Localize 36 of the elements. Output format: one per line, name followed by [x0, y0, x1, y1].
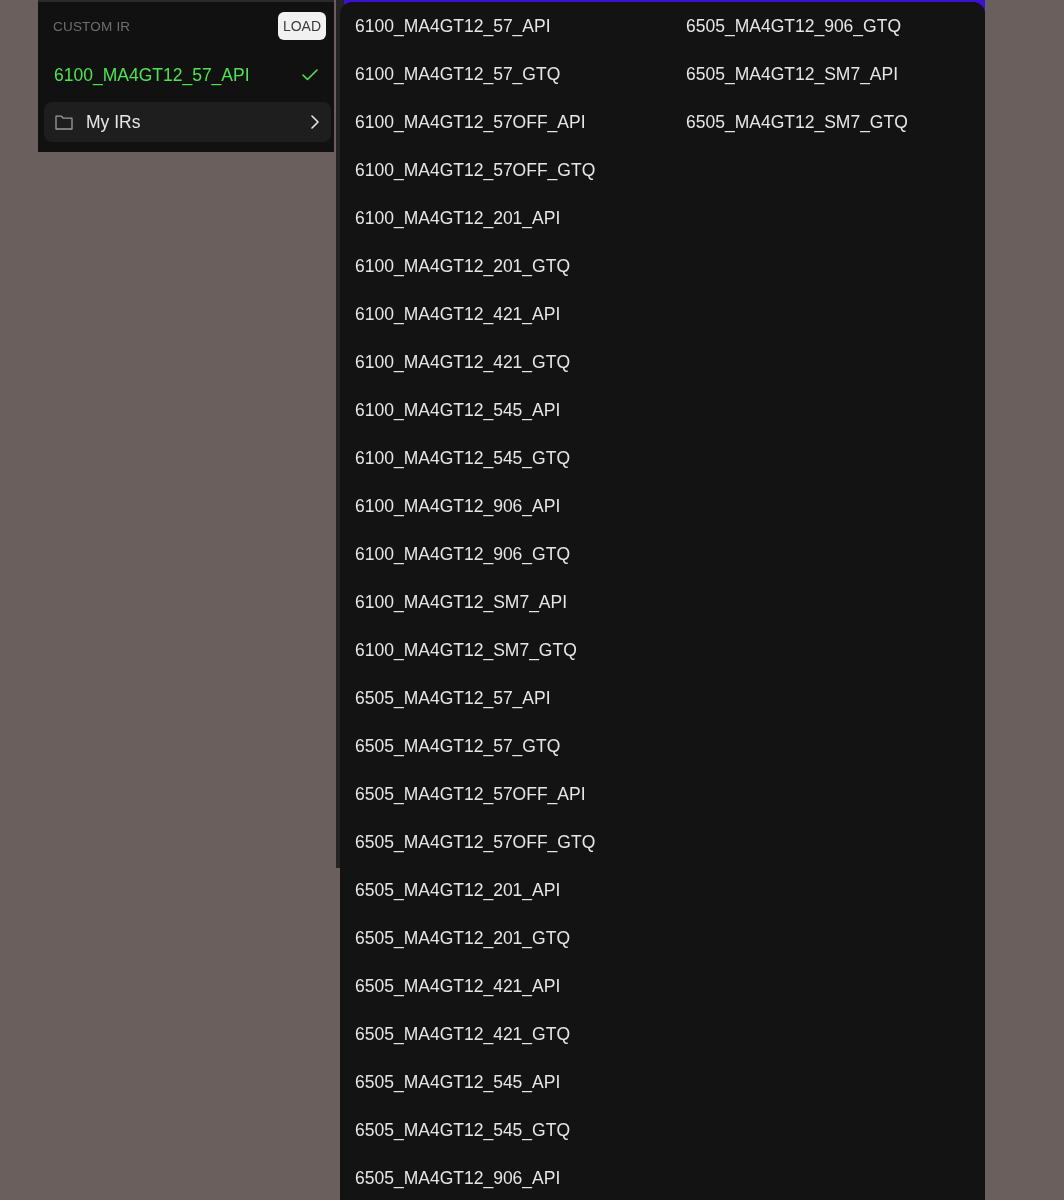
ir-list-item[interactable]: 6505_MA4GT12_201_GTQ — [355, 914, 570, 962]
ir-list-item[interactable]: 6100_MA4GT12_906_GTQ — [355, 530, 570, 578]
ir-list-item[interactable]: 6100_MA4GT12_57_API — [355, 2, 551, 50]
ir-list-item[interactable]: 6100_MA4GT12_545_API — [355, 386, 561, 434]
section-title: CUSTOM IR — [53, 18, 131, 34]
ir-list-item[interactable]: 6505_MA4GT12_57_API — [355, 674, 551, 722]
chevron-right-icon — [311, 115, 319, 129]
check-icon — [302, 69, 318, 81]
ir-list-item[interactable]: 6100_MA4GT12_906_API — [355, 482, 561, 530]
ir-list-item[interactable]: 6505_MA4GT12_57OFF_GTQ — [355, 818, 596, 866]
ir-list-item[interactable]: 6100_MA4GT12_57OFF_API — [355, 98, 586, 146]
ir-list-item[interactable]: 6100_MA4GT12_421_GTQ — [355, 338, 570, 386]
ir-list-item[interactable]: 6505_MA4GT12_57_GTQ — [355, 722, 561, 770]
ir-list-item[interactable]: 6505_MA4GT12_906_GTQ — [686, 2, 901, 50]
ir-list-item[interactable]: 6505_MA4GT12_57OFF_API — [355, 770, 586, 818]
ir-list-item[interactable]: 6100_MA4GT12_421_API — [355, 290, 561, 338]
ir-list-item[interactable]: 6505_MA4GT12_421_API — [355, 962, 561, 1010]
ir-list-item[interactable]: 6100_MA4GT12_201_API — [355, 194, 561, 242]
ir-list-item[interactable]: 6505_MA4GT12_906_API — [355, 1154, 561, 1200]
ir-list-item[interactable]: 6505_MA4GT12_SM7_API — [686, 50, 899, 98]
ir-list-item[interactable]: 6505_MA4GT12_545_GTQ — [355, 1106, 570, 1154]
ir-list-item[interactable]: 6505_MA4GT12_SM7_GTQ — [686, 98, 908, 146]
ir-list-item[interactable]: 6505_MA4GT12_421_GTQ — [355, 1010, 570, 1058]
ir-list-item[interactable]: 6100_MA4GT12_545_GTQ — [355, 434, 570, 482]
selected-ir-item[interactable]: 6100_MA4GT12_57_API — [44, 52, 326, 98]
load-button[interactable]: LOAD — [278, 12, 326, 40]
ir-list-item[interactable]: 6100_MA4GT12_SM7_GTQ — [355, 626, 577, 674]
folder-label: My IRs — [86, 111, 142, 133]
ir-list-item[interactable]: 6505_MA4GT12_545_API — [355, 1058, 561, 1106]
ir-list-item[interactable]: 6100_MA4GT12_SM7_API — [355, 578, 568, 626]
ir-list-item[interactable]: 6100_MA4GT12_57OFF_GTQ — [355, 146, 596, 194]
ir-list-item[interactable]: 6100_MA4GT12_57_GTQ — [355, 50, 561, 98]
folder-icon — [55, 114, 73, 130]
folder-item[interactable]: My IRs — [44, 102, 331, 142]
ir-list-item[interactable]: 6100_MA4GT12_201_GTQ — [355, 242, 570, 290]
ir-list-item[interactable]: 6505_MA4GT12_201_API — [355, 866, 561, 914]
